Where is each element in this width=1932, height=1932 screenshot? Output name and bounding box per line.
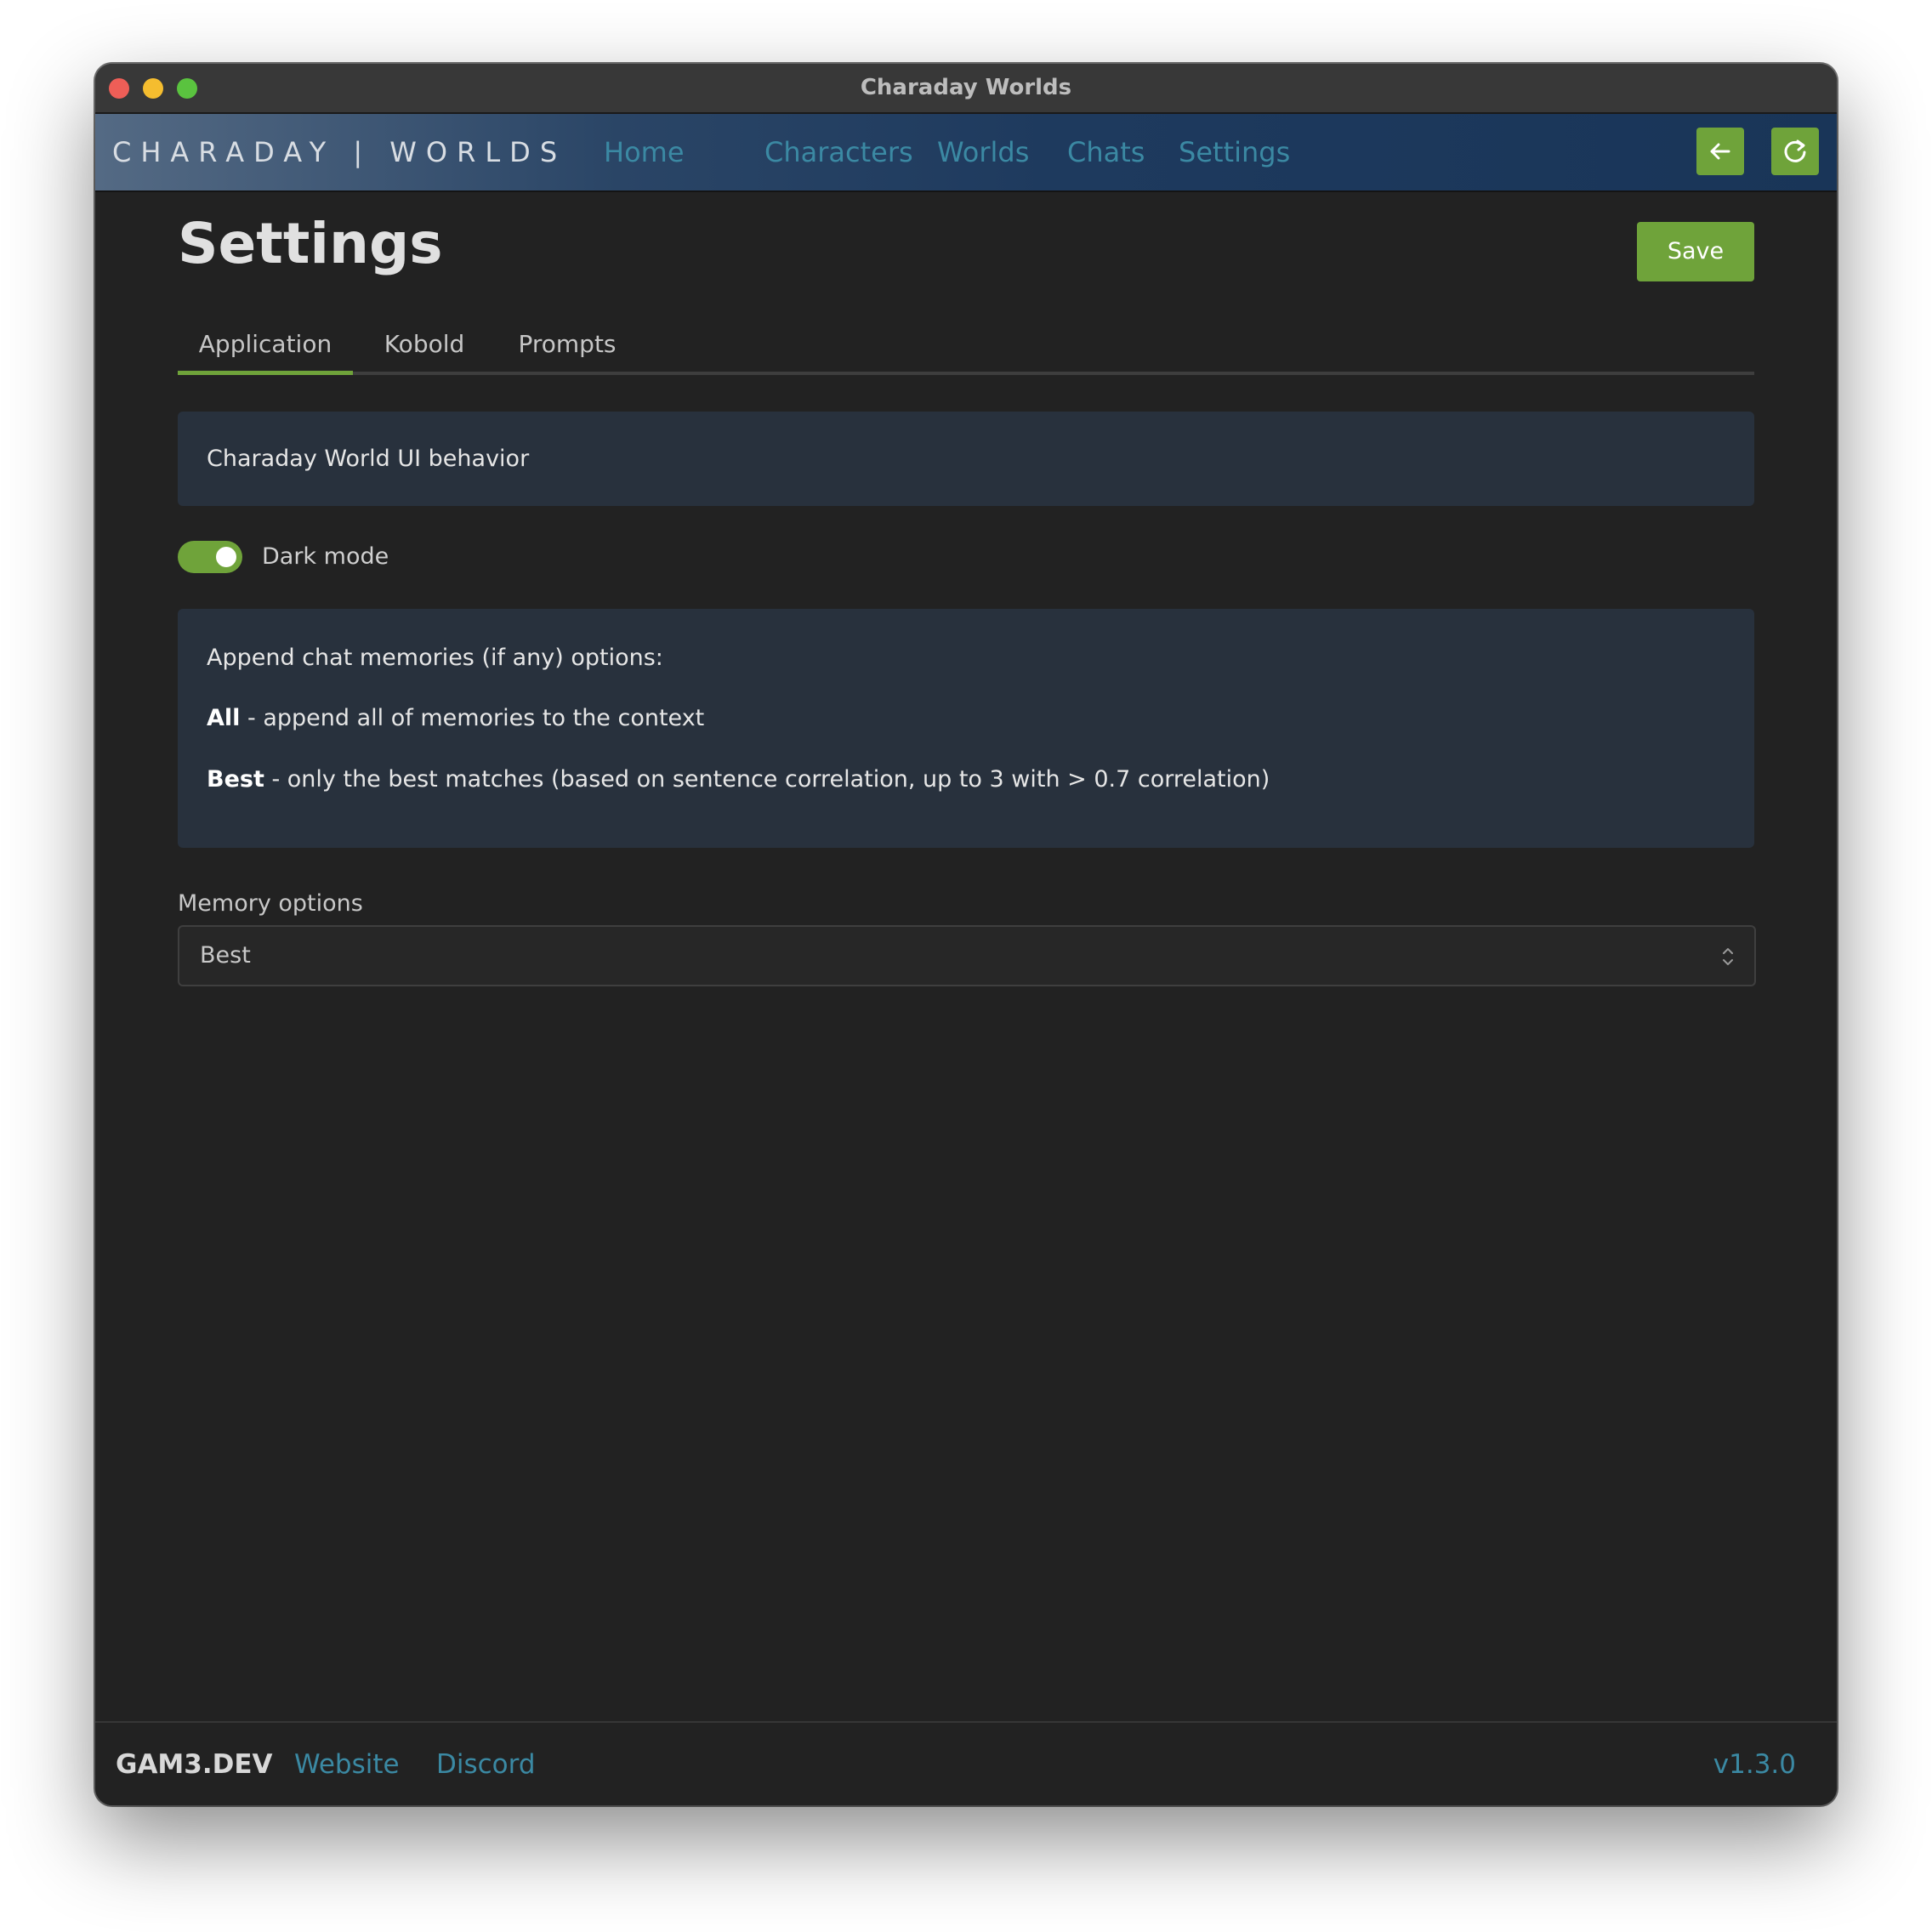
window-title: Charaday Worlds bbox=[860, 75, 1072, 100]
active-tab-indicator bbox=[178, 371, 353, 375]
nav-link-characters[interactable]: Characters bbox=[764, 114, 913, 190]
refresh-button[interactable] bbox=[1771, 128, 1819, 175]
page-title: Settings bbox=[178, 211, 443, 276]
ui-behavior-heading: Charaday World UI behavior bbox=[207, 446, 530, 472]
memories-best-description: Best - only the best matches (based on s… bbox=[207, 763, 1270, 797]
save-button[interactable]: Save bbox=[1637, 222, 1754, 281]
memories-info-panel: Append chat memories (if any) options: A… bbox=[178, 609, 1754, 848]
tab-bar bbox=[178, 372, 1754, 375]
nav-link-worlds[interactable]: Worlds bbox=[937, 114, 1029, 190]
memory-options-value: Best bbox=[200, 942, 251, 969]
ui-behavior-panel: Charaday World UI behavior bbox=[178, 412, 1754, 506]
dark-mode-label: Dark mode bbox=[262, 543, 389, 570]
best-term: Best bbox=[207, 766, 264, 793]
memories-all-description: All - append all of memories to the cont… bbox=[207, 702, 704, 736]
footer-brand: GAM3.DEV bbox=[116, 1749, 273, 1780]
app-window: Charaday Worlds CHARADAY | WORLDS Home C… bbox=[95, 64, 1837, 1805]
title-bar: Charaday Worlds bbox=[95, 64, 1837, 114]
footer-website-link[interactable]: Website bbox=[294, 1723, 400, 1805]
nav-link-settings[interactable]: Settings bbox=[1179, 114, 1290, 190]
dark-mode-toggle[interactable] bbox=[178, 541, 242, 573]
footer: GAM3.DEV Website Discord v1.3.0 bbox=[95, 1721, 1837, 1805]
memory-options-select[interactable]: Best bbox=[178, 925, 1756, 986]
app-version: v1.3.0 bbox=[1713, 1749, 1796, 1780]
best-desc: - only the best matches (based on senten… bbox=[264, 766, 1270, 793]
nav-link-chats[interactable]: Chats bbox=[1067, 114, 1145, 190]
top-navbar: CHARADAY | WORLDS Home Characters Worlds… bbox=[95, 114, 1837, 192]
all-term: All bbox=[207, 705, 241, 731]
back-button[interactable] bbox=[1696, 128, 1744, 175]
all-desc: - append all of memories to the context bbox=[240, 705, 705, 731]
brand-logo[interactable]: CHARADAY | WORLDS bbox=[112, 114, 566, 190]
footer-discord-link[interactable]: Discord bbox=[436, 1723, 536, 1805]
memory-options-label: Memory options bbox=[178, 890, 363, 917]
toggle-knob bbox=[216, 547, 236, 567]
nav-link-home[interactable]: Home bbox=[604, 114, 685, 190]
tab-application[interactable]: Application bbox=[178, 319, 353, 370]
chevron-up-down-icon bbox=[1720, 946, 1736, 971]
tab-prompts[interactable]: Prompts bbox=[502, 319, 633, 370]
tab-kobold[interactable]: Kobold bbox=[370, 319, 479, 370]
memories-intro-text: Append chat memories (if any) options: bbox=[207, 645, 663, 671]
